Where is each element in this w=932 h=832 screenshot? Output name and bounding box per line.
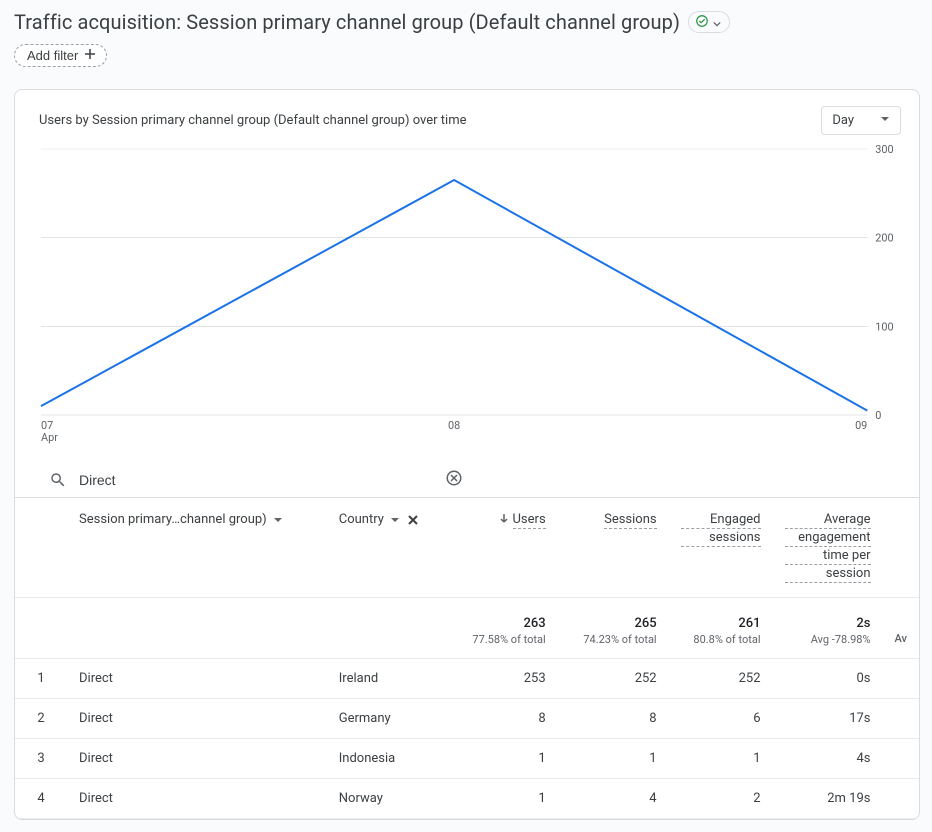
data-table: Session primary…channel group) Country U… — [15, 498, 919, 819]
cell-aet: 4s — [773, 739, 883, 779]
cell-channel: Direct — [67, 779, 327, 819]
cell-users: 253 — [447, 659, 558, 699]
svg-text:Apr: Apr — [41, 431, 58, 444]
report-card: Users by Session primary channel group (… — [14, 89, 920, 820]
granularity-select[interactable]: Day — [821, 106, 901, 135]
svg-text:100: 100 — [875, 320, 893, 333]
metric-header-cut — [883, 498, 919, 598]
cell-engaged: 1 — [669, 739, 773, 779]
dimension-header-1[interactable]: Country — [339, 512, 420, 527]
metric-header-sessions[interactable]: Sessions — [558, 498, 669, 598]
sort-down-icon — [499, 512, 509, 527]
cell-engaged: 252 — [669, 659, 773, 699]
svg-text:200: 200 — [875, 232, 893, 245]
cell-country: Indonesia — [327, 739, 447, 779]
cell-country: Germany — [327, 699, 447, 739]
svg-text:300: 300 — [875, 145, 893, 156]
add-filter-label: Add filter — [27, 48, 78, 63]
table-search-row — [15, 471, 919, 498]
search-icon — [49, 471, 67, 489]
cell-sessions: 8 — [558, 699, 669, 739]
summary-sessions: 26574.23% of total — [558, 598, 669, 659]
add-filter-button[interactable]: Add filter — [14, 44, 107, 67]
triangle-down-icon — [390, 515, 400, 525]
metric-header-users[interactable]: Users — [447, 498, 558, 598]
plus-icon — [84, 48, 96, 63]
remove-dimension-icon[interactable] — [406, 513, 420, 527]
cell-sessions: 252 — [558, 659, 669, 699]
summary-aet: 2sAvg -78.98% — [773, 598, 883, 659]
cell-sessions: 4 — [558, 779, 669, 819]
cell-country: Ireland — [327, 659, 447, 699]
cell-users: 1 — [447, 739, 558, 779]
table-row[interactable]: 1 Direct Ireland 253 252 252 0s — [15, 659, 919, 699]
table-row[interactable]: 3 Direct Indonesia 1 1 1 4s — [15, 739, 919, 779]
svg-text:08: 08 — [448, 419, 460, 432]
chevron-down-icon — [713, 13, 721, 32]
cell-channel: Direct — [67, 699, 327, 739]
table-row[interactable]: 4 Direct Norway 1 4 2 2m 19s — [15, 779, 919, 819]
chart-title: Users by Session primary channel group (… — [39, 113, 467, 128]
svg-text:0: 0 — [875, 409, 881, 422]
summary-row: 26377.58% of total26574.23% of total2618… — [15, 598, 919, 659]
table-row[interactable]: 2 Direct Germany 8 8 6 17s — [15, 699, 919, 739]
svg-text:09: 09 — [855, 419, 867, 432]
clear-search-button[interactable] — [445, 469, 463, 490]
clear-circle-icon — [445, 475, 463, 490]
cell-aet: 17s — [773, 699, 883, 739]
summary-users: 26377.58% of total — [447, 598, 558, 659]
check-circle-icon — [695, 13, 709, 32]
triangle-down-icon — [880, 113, 890, 128]
cell-engaged: 2 — [669, 779, 773, 819]
dimension-header-0[interactable]: Session primary…channel group) — [79, 512, 283, 527]
metric-header-aet[interactable]: Averageengagementtime persession — [773, 498, 883, 598]
cell-aet: 2m 19s — [773, 779, 883, 819]
table-search-input[interactable] — [77, 471, 885, 489]
cell-users: 1 — [447, 779, 558, 819]
metric-header-engaged[interactable]: Engagedsessions — [669, 498, 773, 598]
triangle-down-icon — [273, 515, 283, 525]
status-dropdown[interactable] — [688, 11, 730, 33]
cell-sessions: 1 — [558, 739, 669, 779]
cell-country: Norway — [327, 779, 447, 819]
cell-users: 8 — [447, 699, 558, 739]
cell-aet: 0s — [773, 659, 883, 699]
line-chart[interactable]: 010020030007Apr0809 — [39, 145, 901, 445]
cell-engaged: 6 — [669, 699, 773, 739]
summary-engaged: 26180.8% of total — [669, 598, 773, 659]
granularity-value: Day — [832, 113, 854, 128]
cell-channel: Direct — [67, 739, 327, 779]
cell-channel: Direct — [67, 659, 327, 699]
page-title: Traffic acquisition: Session primary cha… — [14, 10, 680, 34]
